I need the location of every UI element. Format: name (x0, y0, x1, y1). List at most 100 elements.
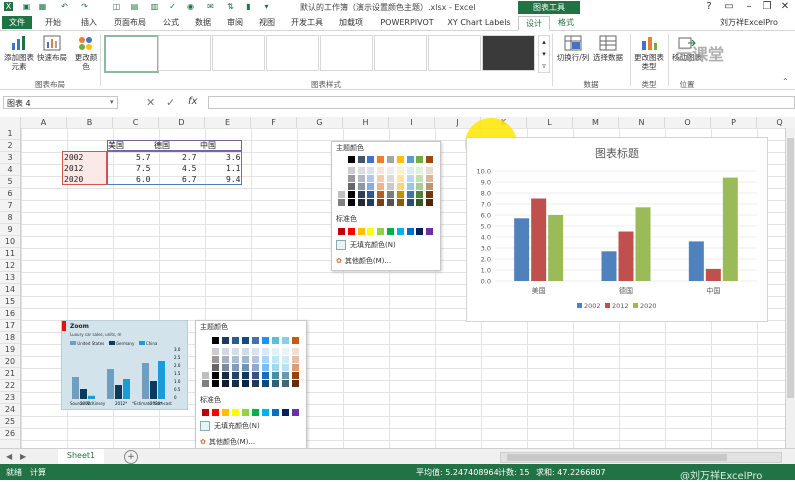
bar-2002-0[interactable] (514, 218, 530, 281)
color-swatch[interactable] (272, 348, 279, 355)
next-sheet-icon[interactable]: ▶ (20, 452, 26, 461)
prev-sheet-icon[interactable]: ◀ (6, 452, 12, 461)
no-fill-option[interactable]: 无填充颜色(N) (336, 240, 396, 250)
tab-view[interactable]: 视图 (252, 16, 282, 29)
color-swatch[interactable] (367, 191, 375, 198)
column-header-p[interactable]: P (711, 117, 757, 128)
color-swatch[interactable] (367, 228, 375, 235)
color-swatch[interactable] (416, 167, 424, 174)
color-swatch[interactable] (242, 364, 249, 371)
row-header-22[interactable]: 22 (0, 380, 20, 392)
legend-entry[interactable]: 2012 (612, 302, 629, 310)
bar-2020-0[interactable] (548, 215, 564, 281)
row-header-11[interactable]: 11 (0, 248, 20, 260)
tab-insert[interactable]: 插入 (74, 16, 104, 29)
color-swatch[interactable] (377, 175, 385, 182)
row-header-25[interactable]: 25 (0, 416, 20, 428)
color-swatch[interactable] (282, 380, 289, 387)
row-header-21[interactable]: 21 (0, 368, 20, 380)
color-swatch[interactable] (387, 199, 394, 206)
tab-addins[interactable]: 加载项 (334, 16, 368, 29)
quick-layout-button[interactable]: 快速布局 (36, 35, 68, 62)
help-icon[interactable]: ? (700, 0, 718, 14)
color-swatch[interactable] (426, 175, 434, 182)
color-swatch[interactable] (338, 156, 345, 163)
row-header-16[interactable]: 16 (0, 308, 20, 320)
color-swatch[interactable] (282, 356, 289, 363)
color-swatch[interactable] (357, 175, 365, 182)
tab-data[interactable]: 数据 (188, 16, 218, 29)
chart-title[interactable]: 图表标题 (595, 146, 639, 160)
new-icon[interactable]: ▥ (150, 2, 159, 11)
column-header-m[interactable]: M (573, 117, 619, 128)
close-button[interactable]: ✕ (776, 0, 794, 14)
color-swatch[interactable] (292, 364, 299, 371)
color-swatch[interactable] (347, 183, 355, 190)
tab-design[interactable]: 设计 (518, 16, 550, 31)
color-swatch[interactable] (282, 364, 289, 371)
color-swatch[interactable] (282, 348, 289, 355)
legend-entry[interactable]: 2002 (584, 302, 601, 310)
color-swatch[interactable] (426, 199, 434, 206)
row-header-13[interactable]: 13 (0, 272, 20, 284)
add-sheet-button[interactable]: + (124, 450, 138, 464)
open-icon[interactable]: ▤ (130, 2, 139, 11)
color-swatch[interactable] (347, 167, 355, 174)
color-swatch[interactable] (357, 228, 365, 235)
vertical-scroll-thumb[interactable] (787, 138, 794, 398)
color-swatch[interactable] (232, 372, 239, 379)
row-header-24[interactable]: 24 (0, 404, 20, 416)
color-swatch[interactable] (272, 356, 279, 363)
color-swatch[interactable] (357, 156, 365, 163)
bar-2012-0[interactable] (531, 198, 547, 282)
color-swatch[interactable] (367, 175, 375, 182)
save-as-icon[interactable]: ▦ (38, 2, 47, 11)
tab-file[interactable]: 文件 (2, 16, 32, 29)
color-swatch[interactable] (272, 380, 279, 387)
bar-2012-1[interactable] (618, 231, 634, 282)
color-swatch[interactable] (272, 337, 279, 344)
color-swatch[interactable] (387, 175, 394, 182)
color-swatch[interactable] (347, 175, 355, 182)
tab-xy-chart-labels[interactable]: XY Chart Labels (446, 16, 512, 29)
collapse-ribbon-icon[interactable]: ⌃ (782, 77, 789, 86)
color-swatch[interactable] (347, 228, 355, 235)
color-swatch[interactable] (426, 183, 434, 190)
column-header-q[interactable]: Q (757, 117, 795, 128)
color-swatch[interactable] (367, 199, 375, 206)
color-swatch[interactable] (202, 409, 209, 416)
row-header-12[interactable]: 12 (0, 260, 20, 272)
bar-2020-2[interactable] (722, 177, 738, 281)
change-colors-button[interactable]: 更改颜色 (72, 35, 100, 71)
color-swatch[interactable] (416, 199, 424, 206)
color-swatch[interactable] (377, 191, 385, 198)
color-swatch[interactable] (387, 183, 394, 190)
color-swatch[interactable] (262, 380, 269, 387)
row-header-7[interactable]: 7 (0, 200, 20, 212)
row-header-23[interactable]: 23 (0, 392, 20, 404)
color-swatch[interactable] (202, 364, 209, 371)
color-swatch[interactable] (262, 337, 269, 344)
color-swatch[interactable] (377, 167, 385, 174)
color-swatch[interactable] (367, 183, 375, 190)
color-swatch[interactable] (347, 199, 355, 206)
row-header-3[interactable]: 3 (0, 152, 20, 164)
color-swatch[interactable] (338, 228, 345, 235)
color-swatch[interactable] (262, 356, 269, 363)
color-swatch[interactable] (252, 380, 259, 387)
color-swatch[interactable] (406, 228, 414, 235)
color-swatch[interactable] (416, 191, 424, 198)
color-swatch[interactable] (252, 364, 259, 371)
color-swatch[interactable] (242, 337, 249, 344)
color-swatch[interactable] (232, 409, 239, 416)
more-colors-option[interactable]: ✿ 其他颜色(M)... (336, 256, 391, 266)
change-chart-type-button[interactable]: 更改图表类型 (632, 35, 666, 71)
color-swatch[interactable] (338, 199, 345, 206)
ribbon-display-icon[interactable]: ▭ (720, 0, 738, 14)
minimize-button[interactable]: – (740, 0, 758, 14)
insert-function-button[interactable]: fx (188, 96, 197, 107)
cancel-icon[interactable]: ✕ (146, 96, 155, 109)
color-swatch[interactable] (232, 348, 239, 355)
print-preview-icon[interactable]: ◫ (112, 2, 121, 11)
color-swatch[interactable] (222, 364, 229, 371)
